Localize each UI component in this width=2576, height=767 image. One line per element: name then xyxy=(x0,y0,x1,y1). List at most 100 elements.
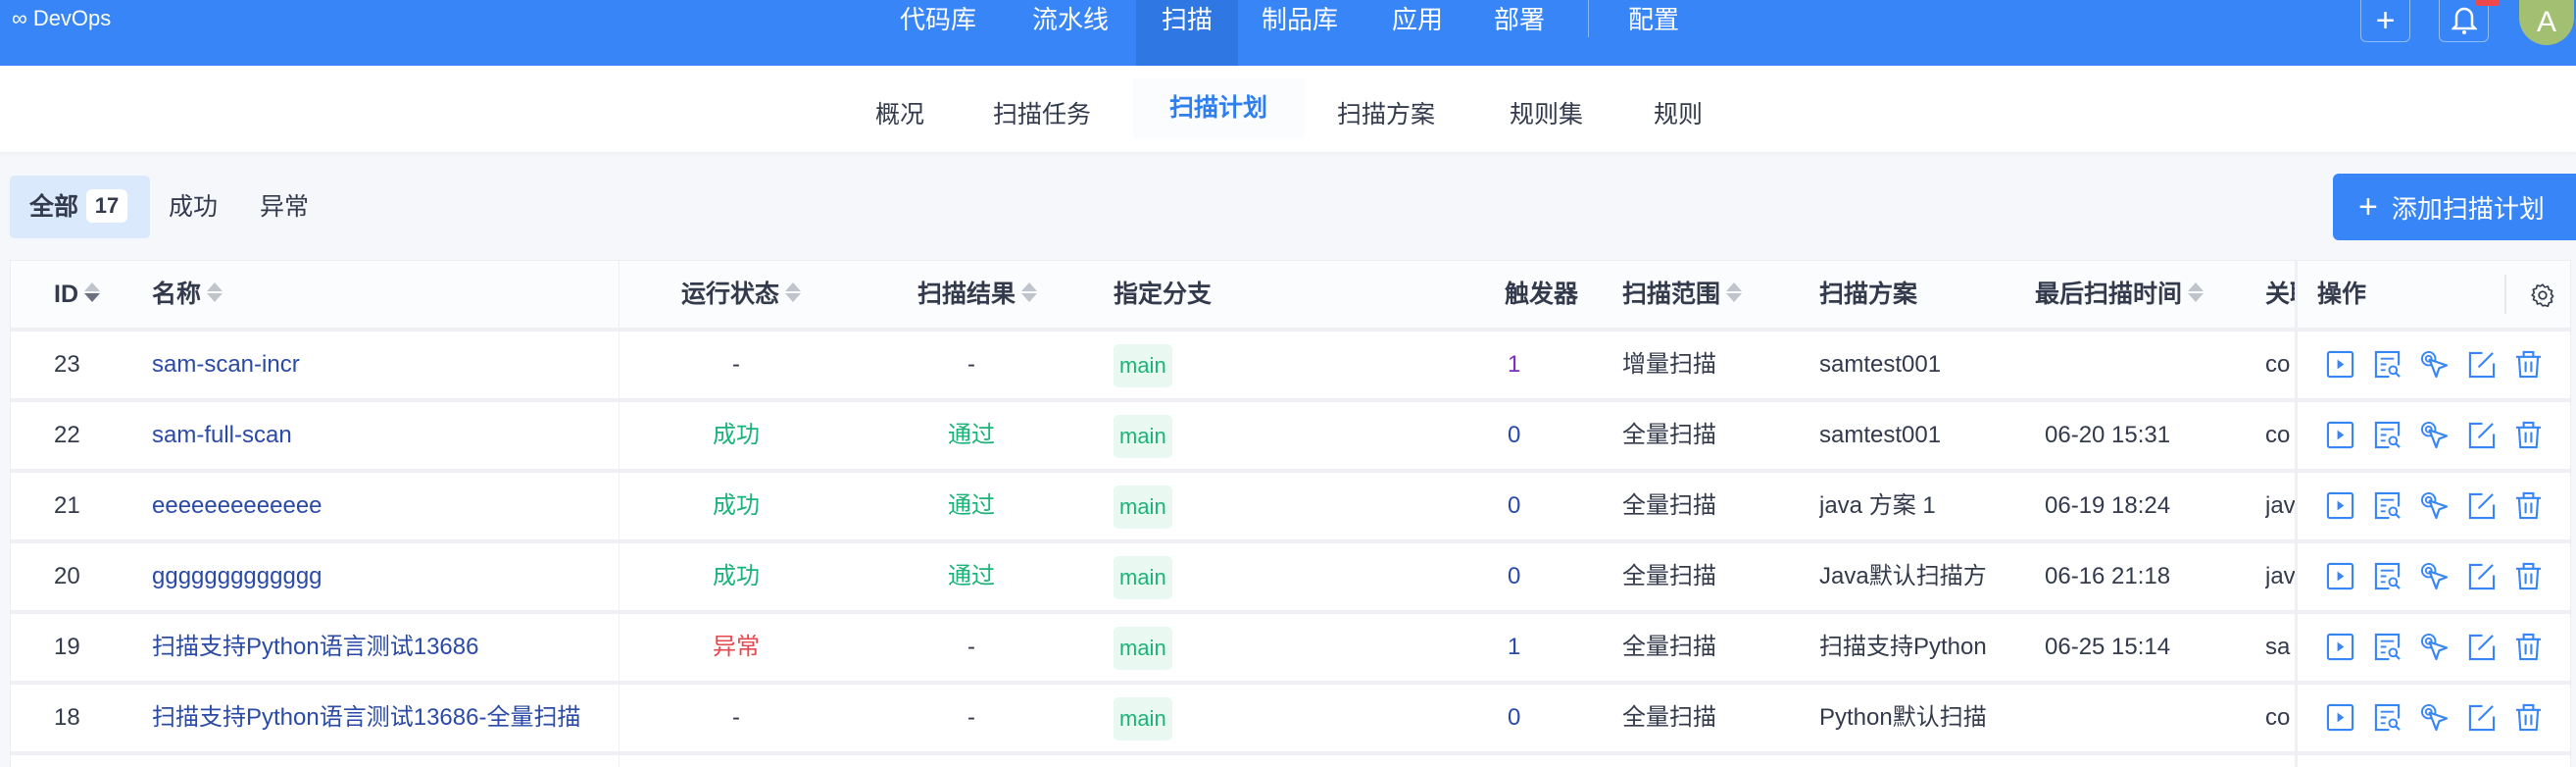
row-id: 19 xyxy=(54,634,80,660)
plus-icon: + xyxy=(2375,1,2396,39)
row-name-link[interactable]: sam-scan-incr xyxy=(152,332,605,398)
subnav-overview[interactable]: 概况 xyxy=(875,95,924,130)
row-name-link[interactable]: eeeeeeeeeeeee xyxy=(152,473,605,539)
row-trigger-count[interactable]: 0 xyxy=(1508,402,1520,469)
row-related: co xyxy=(2265,422,2291,448)
row-id: 18 xyxy=(54,704,80,731)
filter-all-count: 17 xyxy=(86,189,128,224)
nav-pipeline[interactable]: 流水线 xyxy=(1032,2,1109,66)
nav-divider xyxy=(1588,0,1589,37)
row-scan-result: - xyxy=(967,634,975,660)
subnav-scan-tasks[interactable]: 扫描任务 xyxy=(993,95,1091,130)
row-scope: 增量扫描 xyxy=(1622,351,1716,378)
row-trigger-count[interactable]: 0 xyxy=(1508,685,1520,751)
row-name-link[interactable]: 扫描支持Python语言测试13686-全量扫描 xyxy=(152,685,605,751)
table-row: 20 ggggggggggggg 成功 通过 main 0 全量扫描 Java默认扫描方 06-… xyxy=(11,543,2570,614)
row-trigger-count[interactable]: 1 xyxy=(1508,614,1520,681)
sort-icon[interactable] xyxy=(84,281,100,304)
nav-deploy[interactable]: 部署 xyxy=(1494,2,1545,66)
row-name-link[interactable]: 扫描支持Python语言测试13686 xyxy=(152,614,605,681)
row-trigger-count[interactable]: 1 xyxy=(1508,332,1520,398)
row-scope: 全量扫描 xyxy=(1622,422,1716,448)
row-branch: main xyxy=(1114,543,1172,610)
col-scope[interactable]: 扫描范围 xyxy=(1622,261,1743,328)
row-id: 23 xyxy=(54,351,80,378)
notifications-button[interactable] xyxy=(2439,0,2489,42)
sort-icon[interactable] xyxy=(207,281,223,304)
sort-icon[interactable] xyxy=(2188,281,2204,304)
row-branch: main xyxy=(1114,332,1172,398)
row-last-scan-time: 06-20 15:31 xyxy=(2045,422,2171,448)
branch-tag: main xyxy=(1114,555,1172,599)
row-last-scan-time: 06-16 21:18 xyxy=(2045,563,2171,589)
row-related: co xyxy=(2265,351,2291,378)
infinity-icon: ∞ xyxy=(12,6,27,30)
col-id[interactable]: ID xyxy=(54,261,100,328)
row-trigger-count[interactable]: 0 xyxy=(1508,473,1520,539)
row-branch: main xyxy=(1114,614,1172,681)
row-branch: main xyxy=(1114,402,1172,469)
row-related: jav xyxy=(2265,563,2295,589)
nav-scan[interactable]: 扫描 xyxy=(1136,0,1238,66)
avatar[interactable]: A xyxy=(2519,0,2574,45)
col-scan-result[interactable]: 扫描结果 xyxy=(917,261,1038,328)
plus-icon: + xyxy=(2358,188,2378,226)
row-scope: 全量扫描 xyxy=(1622,634,1716,660)
col-run-status[interactable]: 运行状态 xyxy=(681,261,802,328)
col-name[interactable]: 名称 xyxy=(152,261,223,328)
subnav-scan-schemes[interactable]: 扫描方案 xyxy=(1337,95,1435,130)
nav-apps[interactable]: 应用 xyxy=(1392,2,1443,66)
nav-config[interactable]: 配置 xyxy=(1628,2,1679,66)
table-row-partial xyxy=(11,755,2570,767)
row-run-status: 成功 xyxy=(713,563,760,589)
col-scheme: 扫描方案 xyxy=(1819,281,1918,308)
add-scan-plan-label: 添加扫描计划 xyxy=(2391,193,2545,224)
subnav-rulesets[interactable]: 规则集 xyxy=(1510,95,1583,130)
row-id: 22 xyxy=(54,422,80,448)
branch-tag: main xyxy=(1114,414,1172,458)
row-scheme: samtest001 xyxy=(1819,351,1942,378)
col-branch: 指定分支 xyxy=(1114,281,1213,308)
sort-icon[interactable] xyxy=(785,281,802,304)
row-scheme: 扫描支持Python xyxy=(1819,634,1987,660)
table-row: 21 eeeeeeeeeeeee 成功 通过 main 0 全量扫描 java 方案 1 06-… xyxy=(11,473,2570,543)
row-run-status: 成功 xyxy=(713,422,760,448)
branch-tag: main xyxy=(1114,485,1172,529)
col-last-scan-time[interactable]: 最后扫描时间 xyxy=(2035,261,2204,328)
table-row: 23 sam-scan-incr - - main 1 增量扫描 samtest001 co xyxy=(11,332,2570,402)
branch-tag: main xyxy=(1114,343,1172,387)
row-related: jav xyxy=(2265,492,2295,519)
filter-all-label: 全部 xyxy=(29,193,79,221)
add-scan-plan-button[interactable]: + 添加扫描计划 xyxy=(2333,174,2576,240)
row-last-scan-time: 06-19 18:24 xyxy=(2045,492,2171,519)
create-button[interactable]: + xyxy=(2360,0,2410,42)
row-name-link[interactable]: sam-full-scan xyxy=(152,402,605,469)
row-scope: 全量扫描 xyxy=(1622,563,1716,589)
row-name-link[interactable]: ggggggggggggg xyxy=(152,543,605,610)
subnav-rules[interactable]: 规则 xyxy=(1654,95,1703,130)
nav-artifacts[interactable]: 制品库 xyxy=(1262,2,1338,66)
branch-tag: main xyxy=(1114,626,1172,670)
row-scan-result: - xyxy=(967,351,975,378)
row-related: sa xyxy=(2265,634,2291,660)
bell-icon xyxy=(2451,7,2477,34)
row-scheme: java 方案 1 xyxy=(1819,492,1936,519)
filter-all[interactable]: 全部 17 xyxy=(10,176,150,238)
sort-icon[interactable] xyxy=(1726,281,1743,304)
subnav-scan-plans[interactable]: 扫描计划 xyxy=(1133,78,1304,139)
app-logo[interactable]: ∞ DevOps xyxy=(12,6,111,31)
col-related: 关联 xyxy=(2265,281,2295,308)
filter-error[interactable]: 异常 xyxy=(260,176,309,238)
filter-success[interactable]: 成功 xyxy=(169,176,218,238)
row-scheme: Java默认扫描方 xyxy=(1819,563,1987,589)
row-trigger-count[interactable]: 0 xyxy=(1508,543,1520,610)
sort-icon[interactable] xyxy=(1021,281,1038,304)
table-row: 19 扫描支持Python语言测试13686 异常 - main 1 全量扫描 扫描支持Pyt… xyxy=(11,614,2570,685)
row-related: co xyxy=(2265,704,2291,731)
row-scan-result: 通过 xyxy=(948,492,995,519)
row-scope: 全量扫描 xyxy=(1622,704,1716,731)
row-id: 20 xyxy=(54,563,80,589)
nav-code-repo[interactable]: 代码库 xyxy=(900,2,976,66)
sub-nav: 概况 扫描任务 扫描计划 扫描方案 规则集 规则 xyxy=(0,66,2576,152)
row-run-status: - xyxy=(732,704,740,731)
